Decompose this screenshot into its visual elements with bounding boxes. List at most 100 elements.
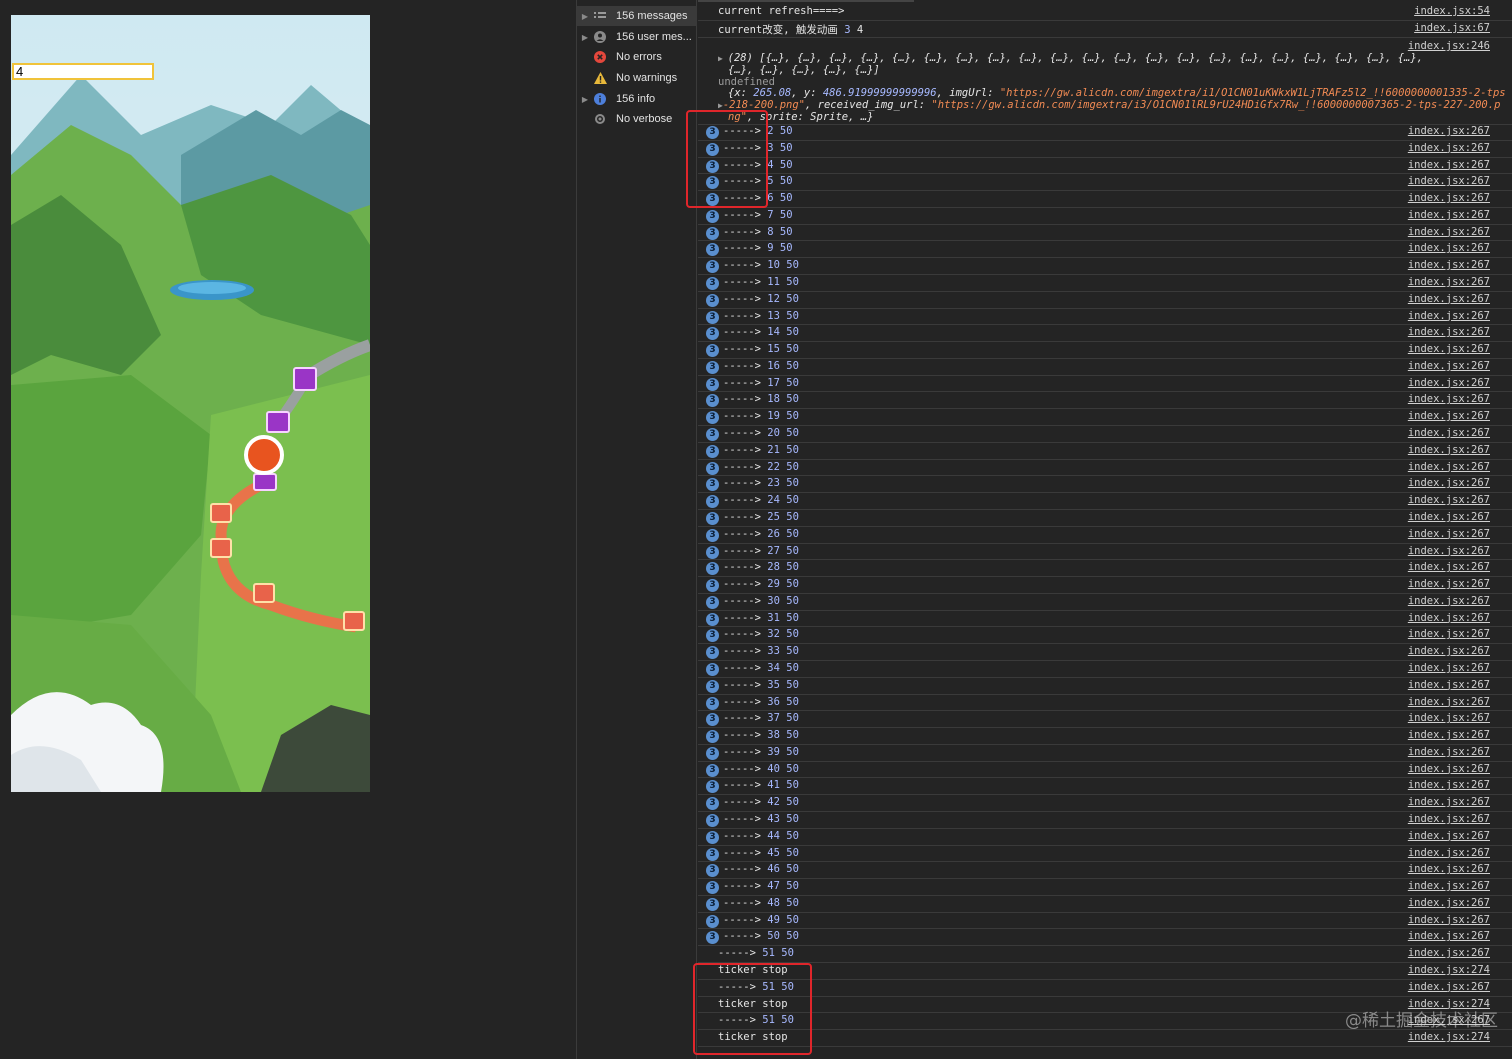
source-link[interactable]: index.jsx:267 [1408, 377, 1490, 389]
log-arrow: -----> [723, 729, 761, 742]
source-link[interactable]: index.jsx:267 [1408, 813, 1490, 825]
log-row: 3 -----> 10 50 index.jsx:267 [698, 258, 1512, 276]
source-link[interactable]: index.jsx:267 [1408, 276, 1490, 288]
log-number: 43 [767, 812, 780, 825]
source-link[interactable]: index.jsx:267 [1408, 410, 1490, 422]
source-link[interactable]: index.jsx:67 [1414, 22, 1490, 34]
source-link[interactable]: index.jsx:267 [1408, 779, 1490, 791]
source-link[interactable]: index.jsx:267 [1408, 595, 1490, 607]
source-link[interactable]: index.jsx:267 [1408, 175, 1490, 187]
chest-icon[interactable] [210, 503, 232, 523]
log-arrow: -----> [723, 443, 761, 456]
expand-arrow-icon[interactable]: ▶ [577, 33, 593, 42]
source-link[interactable]: index.jsx:267 [1408, 259, 1490, 271]
source-link[interactable]: index.jsx:54 [1414, 5, 1490, 17]
log-arrow: -----> [723, 410, 761, 423]
sidebar-item-warnings[interactable]: No warnings [577, 68, 697, 88]
sidebar-item-verbose[interactable]: No verbose [577, 109, 697, 129]
log-message: -----> 16 50 [723, 360, 799, 372]
source-link[interactable]: index.jsx:267 [1408, 981, 1490, 993]
source-link[interactable]: index.jsx:267 [1408, 796, 1490, 808]
source-link[interactable]: index.jsx:267 [1408, 679, 1490, 691]
log-number: 10 [767, 259, 780, 272]
repeat-count-badge: 3 [706, 797, 719, 811]
source-link[interactable]: index.jsx:267 [1408, 847, 1490, 859]
level-input[interactable] [12, 63, 154, 80]
source-link[interactable]: index.jsx:267 [1408, 561, 1490, 573]
source-link[interactable]: index.jsx:267 [1408, 343, 1490, 355]
log-arrow: -----> [723, 510, 761, 523]
object-text: , y: [791, 87, 823, 99]
chest-icon[interactable] [343, 611, 365, 631]
source-link[interactable]: index.jsx:267 [1408, 159, 1490, 171]
source-link[interactable]: index.jsx:267 [1408, 746, 1490, 758]
source-link[interactable]: index.jsx:274 [1408, 964, 1490, 976]
log-message: -----> 42 50 [723, 796, 799, 808]
source-link[interactable]: index.jsx:267 [1408, 578, 1490, 590]
source-link[interactable]: index.jsx:267 [1408, 293, 1490, 305]
source-link[interactable]: index.jsx:267 [1408, 192, 1490, 204]
source-link[interactable]: index.jsx:267 [1408, 880, 1490, 892]
source-link[interactable]: index.jsx:267 [1408, 830, 1490, 842]
log-number: 32 [767, 628, 780, 641]
sidebar-item-errors[interactable]: No errors [577, 47, 697, 67]
array-preview[interactable]: ▶ (28) [{…}, {…}, {…}, {…}, {…}, {…}, {…… [718, 52, 1423, 64]
log-number: 50 [779, 208, 793, 221]
source-link[interactable]: index.jsx:267 [1408, 545, 1490, 557]
chest-icon[interactable] [253, 473, 277, 491]
source-link[interactable]: index.jsx:267 [1408, 645, 1490, 657]
source-link[interactable]: index.jsx:267 [1408, 209, 1490, 221]
console-log[interactable]: current refresh====> index.jsx:54 curren… [686, 0, 1512, 1059]
source-link[interactable]: index.jsx:267 [1408, 628, 1490, 640]
log-number: 50 [786, 846, 799, 859]
chest-icon[interactable] [253, 583, 275, 603]
source-link[interactable]: index.jsx:267 [1408, 477, 1490, 489]
source-link[interactable]: index.jsx:267 [1408, 914, 1490, 926]
source-link[interactable]: index.jsx:267 [1408, 612, 1490, 624]
game-canvas[interactable] [11, 15, 370, 792]
log-number: 50 [779, 141, 793, 154]
source-link[interactable]: index.jsx:267 [1408, 310, 1490, 322]
chest-icon[interactable] [266, 411, 290, 433]
expand-arrow-icon[interactable]: ▶ [577, 95, 593, 104]
source-link[interactable]: index.jsx:267 [1408, 242, 1490, 254]
source-link[interactable]: index.jsx:267 [1408, 947, 1490, 959]
expand-arrow-icon[interactable]: ▶ [577, 12, 593, 21]
source-link[interactable]: index.jsx:267 [1408, 511, 1490, 523]
source-link[interactable]: index.jsx:267 [1408, 863, 1490, 875]
source-link[interactable]: index.jsx:267 [1408, 393, 1490, 405]
source-link[interactable]: index.jsx:267 [1408, 461, 1490, 473]
source-link[interactable]: index.jsx:267 [1408, 226, 1490, 238]
avatar-marker-icon[interactable] [244, 435, 284, 475]
source-link[interactable]: index.jsx:267 [1408, 897, 1490, 909]
log-number: 4 [767, 158, 774, 171]
source-link[interactable]: index.jsx:274 [1408, 1031, 1490, 1043]
source-link[interactable]: index.jsx:267 [1408, 494, 1490, 506]
sidebar-item-info[interactable]: ▶ 156 info [577, 89, 697, 109]
source-link[interactable]: index.jsx:267 [1408, 930, 1490, 942]
expand-triangle-icon[interactable]: ▶ [718, 54, 728, 63]
source-link[interactable]: index.jsx:267 [1408, 326, 1490, 338]
source-link[interactable]: index.jsx:267 [1408, 712, 1490, 724]
source-link[interactable]: index.jsx:246 [1408, 40, 1490, 52]
source-link[interactable]: index.jsx:267 [1408, 528, 1490, 540]
object-preview[interactable]: {x: 265.08, y: 486.91999999999996, imgUr… [728, 87, 1506, 99]
source-link[interactable]: index.jsx:267 [1408, 729, 1490, 741]
source-link[interactable]: index.jsx:267 [1408, 444, 1490, 456]
log-arrow: -----> [723, 544, 761, 557]
log-number: 50 [786, 410, 799, 423]
chest-icon[interactable] [293, 367, 317, 391]
sidebar-item-user-messages[interactable]: ▶ 156 user mes... [577, 27, 697, 47]
log-number: 50 [786, 896, 799, 909]
source-link[interactable]: index.jsx:267 [1408, 662, 1490, 674]
object-preview-line: ▶-218-200.png", received_img_url: "https… [718, 99, 1500, 111]
sidebar-item-messages[interactable]: ▶ 156 messages [577, 6, 697, 26]
source-link[interactable]: index.jsx:267 [1408, 360, 1490, 372]
source-link[interactable]: index.jsx:267 [1408, 142, 1490, 154]
game-map-illustration [11, 15, 370, 792]
source-link[interactable]: index.jsx:267 [1408, 125, 1490, 137]
source-link[interactable]: index.jsx:267 [1408, 427, 1490, 439]
source-link[interactable]: index.jsx:267 [1408, 696, 1490, 708]
chest-icon[interactable] [210, 538, 232, 558]
source-link[interactable]: index.jsx:267 [1408, 763, 1490, 775]
